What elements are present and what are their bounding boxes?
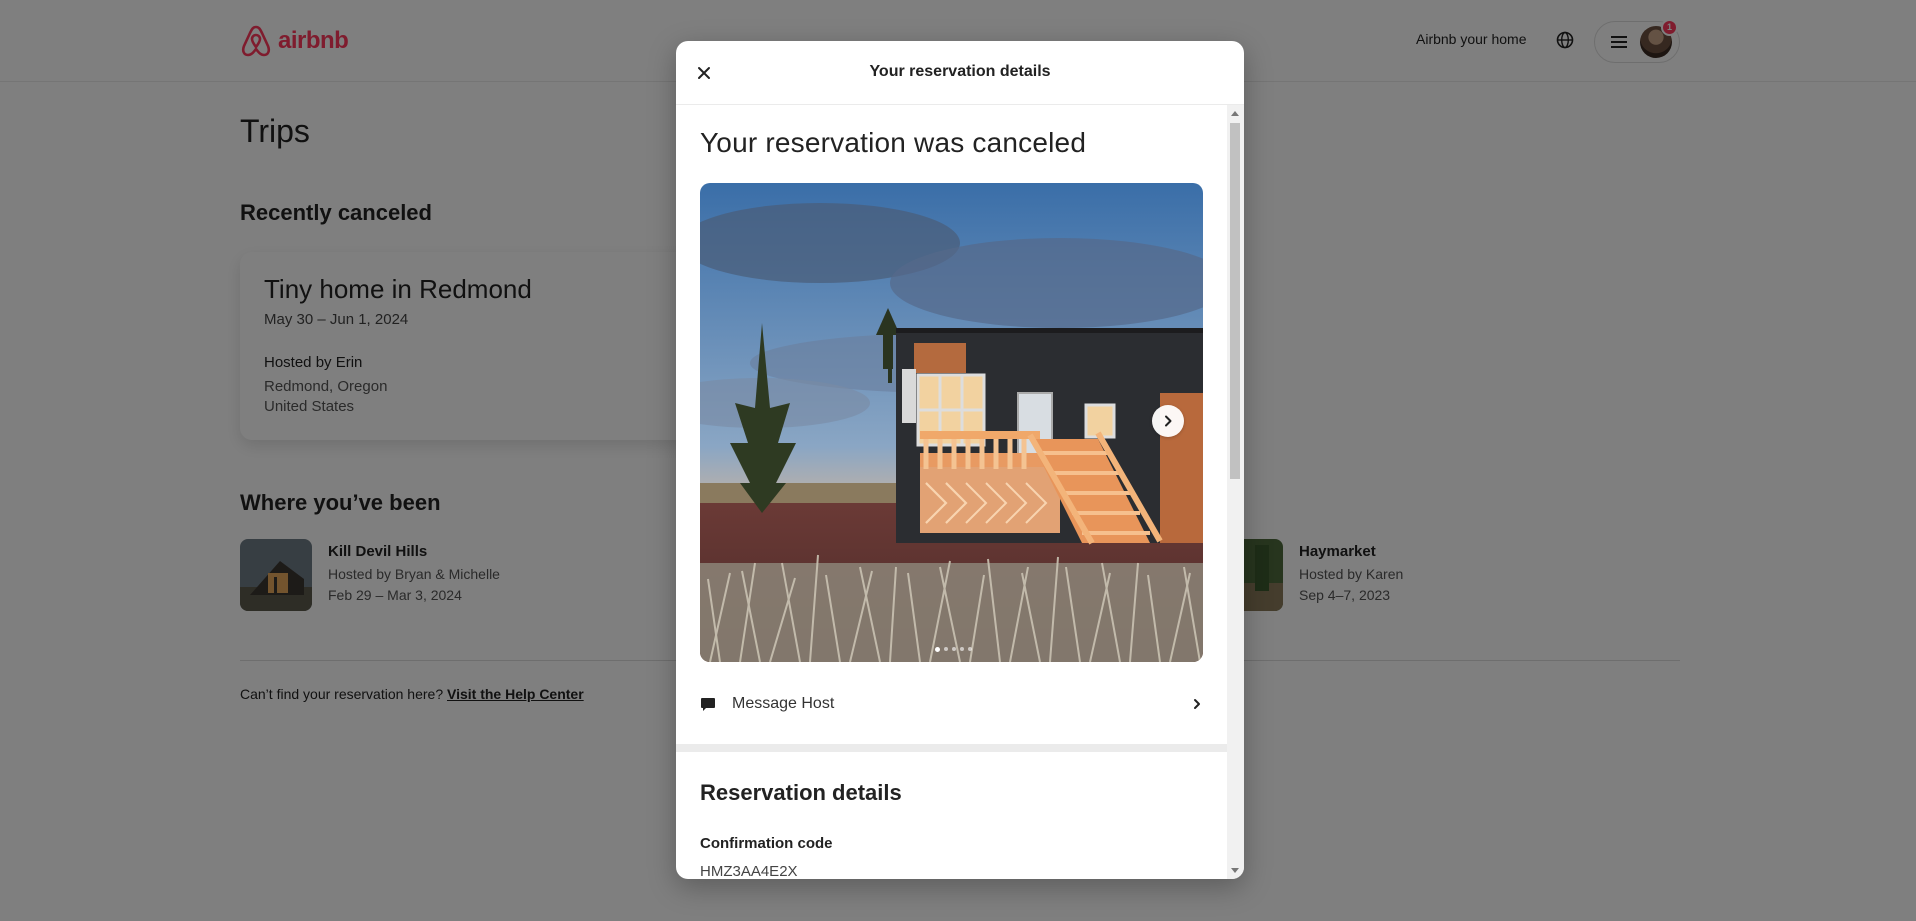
next-photo-button[interactable] [1152,405,1184,437]
message-host-label: Message Host [732,695,835,712]
photo-dot [968,647,972,651]
message-host-row[interactable]: Message Host [700,686,1203,722]
photo-pagination-dots [935,647,972,652]
scroll-down-arrow[interactable] [1231,868,1239,873]
photo-dot-active [935,647,940,652]
modal-header: Your reservation details [676,41,1244,105]
listing-photo-carousel[interactable] [700,183,1203,662]
message-icon [701,698,715,711]
scroll-up-arrow[interactable] [1231,111,1239,116]
reservation-details-modal: Your reservation details Your reservatio… [676,41,1244,879]
modal-title: Your reservation details [869,63,1051,80]
photo-dot [960,647,964,651]
modal-scrollbar[interactable] [1227,105,1244,879]
modal-body: Your reservation was canceled Message Ho… [676,105,1227,879]
section-divider [676,744,1227,752]
chevron-right-icon [1194,699,1200,709]
confirmation-code-label: Confirmation code [700,835,833,852]
listing-photo [700,183,1203,662]
photo-dot [952,647,956,651]
photo-dot [944,647,948,651]
reservation-details-heading: Reservation details [700,780,902,805]
reservation-status-heading: Your reservation was canceled [700,127,1087,158]
scrollbar-thumb[interactable] [1230,123,1240,479]
confirmation-code-value: HMZ3AA4E2X [700,863,798,879]
chevron-right-icon [1165,415,1172,427]
